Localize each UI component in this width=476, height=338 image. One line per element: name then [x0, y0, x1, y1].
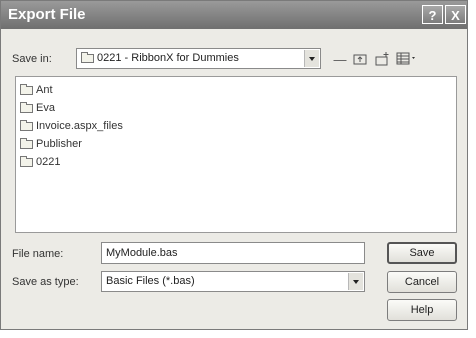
folder-icon [20, 119, 33, 131]
new-folder-icon[interactable] [374, 52, 390, 68]
file-name-field[interactable]: MyModule.bas [101, 242, 365, 264]
list-item[interactable]: Invoice.aspx_files [20, 119, 123, 132]
save-in-value: 0221 - RibbonX for Dummies [97, 52, 239, 64]
file-name-label: File name: [12, 248, 64, 260]
save-button[interactable]: Save [387, 242, 457, 264]
title-close-button[interactable]: X [445, 5, 466, 24]
folder-icon [81, 51, 94, 63]
folder-icon [20, 155, 33, 167]
list-item[interactable]: Eva [20, 101, 55, 114]
save-in-dropdown[interactable]: 0221 - RibbonX for Dummies [76, 48, 321, 69]
chevron-down-icon[interactable] [304, 50, 319, 67]
list-item[interactable]: Publisher [20, 137, 82, 150]
list-item[interactable]: Ant [20, 83, 53, 96]
file-name-value: MyModule.bas [106, 247, 178, 259]
title-bar: Export File ? X [1, 1, 467, 29]
list-item[interactable]: 0221 [20, 155, 60, 168]
save-as-type-dropdown[interactable]: Basic Files (*.bas) [101, 271, 365, 292]
close-icon: X [451, 8, 460, 23]
dialog-title: Export File [8, 6, 86, 23]
chevron-down-icon[interactable] [348, 273, 363, 290]
export-file-dialog: Export File ? X Save in: 0221 - RibbonX … [0, 0, 468, 330]
title-help-button[interactable]: ? [422, 5, 443, 24]
help-icon: ? [428, 8, 437, 23]
up-folder-icon[interactable] [352, 52, 368, 68]
help-button[interactable]: Help [387, 299, 457, 321]
folder-icon [20, 101, 33, 113]
back-icon[interactable]: — [333, 52, 347, 68]
view-menu-icon[interactable] [396, 52, 418, 68]
file-list[interactable]: Ant Eva Invoice.aspx_files Publisher 022… [15, 76, 457, 233]
cancel-button[interactable]: Cancel [387, 271, 457, 293]
save-as-type-label: Save as type: [12, 276, 79, 288]
folder-icon [20, 137, 33, 149]
save-in-label: Save in: [12, 53, 52, 65]
save-as-type-value: Basic Files (*.bas) [106, 275, 195, 287]
folder-icon [20, 83, 33, 95]
